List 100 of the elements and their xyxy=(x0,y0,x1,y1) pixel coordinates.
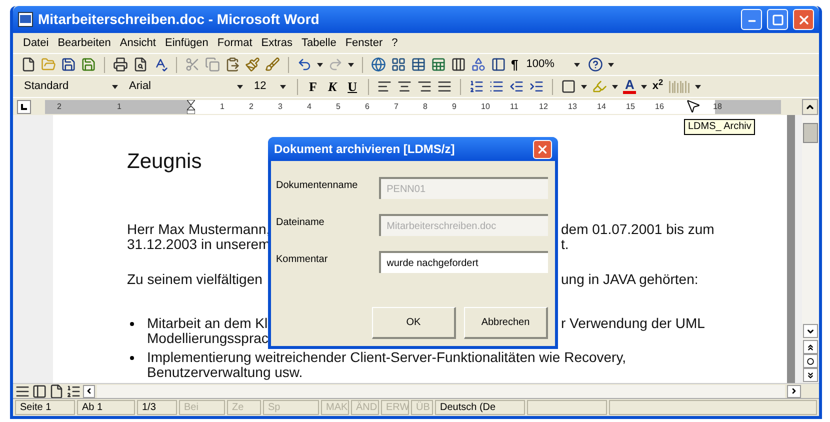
document-map-icon[interactable] xyxy=(491,57,506,72)
table-icon[interactable] xyxy=(411,57,426,72)
align-right-icon[interactable] xyxy=(417,79,432,94)
underline-button[interactable]: U xyxy=(344,76,360,96)
browse-object-button[interactable] xyxy=(803,354,818,368)
superscript-button[interactable]: x$^{2}$ xyxy=(652,78,664,95)
print-preview-icon[interactable] xyxy=(133,57,148,72)
caret-icon[interactable] xyxy=(348,62,354,66)
scroll-right-button[interactable] xyxy=(787,384,801,398)
justify-icon[interactable] xyxy=(437,79,452,94)
increase-indent-icon[interactable] xyxy=(529,79,544,94)
caret-icon[interactable] xyxy=(574,62,580,66)
undo-icon[interactable] xyxy=(297,57,312,72)
tab-selector[interactable] xyxy=(17,100,31,114)
field-label: Dokumentenname xyxy=(276,179,359,193)
indent-marker-icon[interactable] xyxy=(187,100,195,114)
ruler-number: 1 xyxy=(117,100,122,112)
maximize-button[interactable] xyxy=(767,9,788,30)
ruler[interactable]: 2 1 1 2 3 4 5 6 7 8 9 10 11 12 13 14 15 16 18 xyxy=(45,100,781,114)
font-color-button[interactable]: A xyxy=(623,79,636,94)
scroll-left-button[interactable] xyxy=(83,384,95,398)
decrease-indent-icon[interactable] xyxy=(509,79,524,94)
field-label: Kommentar xyxy=(276,253,329,267)
printer-icon[interactable] xyxy=(113,57,128,72)
ruler-number: 7 xyxy=(394,100,398,112)
menu-item[interactable]: Extras xyxy=(261,34,292,52)
caret-icon[interactable] xyxy=(237,84,243,88)
new-document-icon[interactable] xyxy=(21,57,36,72)
save-icon[interactable] xyxy=(81,57,96,72)
caret-icon[interactable] xyxy=(112,84,118,88)
bold-button[interactable]: F xyxy=(306,76,320,96)
ruler-number: 18 xyxy=(713,100,722,112)
ruler-number: 5 xyxy=(336,100,340,112)
bullet-list-icon[interactable] xyxy=(489,79,504,94)
caret-icon[interactable] xyxy=(608,62,614,66)
table-icon[interactable] xyxy=(391,57,406,72)
menu-item[interactable]: Datei xyxy=(23,34,49,52)
scroll-up-button[interactable] xyxy=(802,98,818,114)
border-icon[interactable] xyxy=(561,79,576,94)
dialog-button[interactable]: OK xyxy=(372,307,456,339)
shapes-icon[interactable] xyxy=(471,57,486,72)
align-center-icon[interactable] xyxy=(397,79,412,94)
pilcrow-button[interactable]: ¶ xyxy=(511,54,518,74)
dialog-button[interactable]: Abbrechen xyxy=(464,307,548,339)
web-view-icon[interactable] xyxy=(32,384,47,398)
outline-view-icon[interactable] xyxy=(66,384,81,398)
status-field: Deutsch (De xyxy=(435,400,525,415)
word-document-icon xyxy=(18,12,33,27)
caret-icon[interactable] xyxy=(581,84,588,88)
horizontal-scrollbar[interactable] xyxy=(97,384,785,398)
close-icon xyxy=(796,12,810,26)
ruler-number: 16 xyxy=(655,100,664,112)
caret-icon[interactable] xyxy=(641,84,648,88)
maximize-icon xyxy=(772,14,784,26)
document-text: 31.12.2003 in unserem xyxy=(127,236,270,252)
document-text: Mitarbeit an dem Kl xyxy=(147,315,268,331)
paste-icon[interactable] xyxy=(225,57,240,72)
brush-icon[interactable] xyxy=(265,57,280,72)
help-icon[interactable] xyxy=(588,57,604,72)
vertical-scrollbar[interactable] xyxy=(802,115,819,383)
window-title: Mitarbeiterschreiben.doc - Microsoft Word xyxy=(38,10,320,29)
italic-button[interactable]: K xyxy=(324,76,340,96)
scroll-down-button[interactable] xyxy=(803,324,818,338)
spreadsheet-icon[interactable] xyxy=(431,57,446,72)
minimize-button[interactable] xyxy=(741,9,762,30)
caret-icon[interactable] xyxy=(317,62,323,66)
ruler-number: 13 xyxy=(568,100,577,112)
spellcheck-icon[interactable] xyxy=(153,57,168,72)
scroll-thumb[interactable] xyxy=(803,123,818,143)
previous-page-button[interactable] xyxy=(803,340,818,354)
print-layout-icon[interactable] xyxy=(49,384,64,398)
input-field[interactable]: wurde nachgefordert xyxy=(378,251,548,273)
menu-item[interactable]: Tabelle xyxy=(301,34,336,52)
close-button[interactable] xyxy=(793,9,814,30)
font-dropdown[interactable]: Arial xyxy=(126,78,246,95)
paintbrush-icon[interactable] xyxy=(245,57,260,72)
caret-icon[interactable] xyxy=(695,84,702,88)
menu-item[interactable]: Bearbeiten xyxy=(58,34,111,52)
menu-item[interactable]: Einfügen xyxy=(164,34,208,52)
columns-icon[interactable] xyxy=(451,57,466,72)
normal-view-icon[interactable] xyxy=(15,384,30,398)
numbered-list-icon[interactable] xyxy=(469,79,484,94)
menu-item[interactable]: ? xyxy=(392,34,398,52)
globe-icon[interactable] xyxy=(371,57,386,72)
font-size-dropdown[interactable]: 12 xyxy=(251,78,289,95)
menu-item[interactable]: Ansicht xyxy=(120,34,156,52)
save-icon[interactable] xyxy=(61,57,76,72)
style-dropdown[interactable]: Standard xyxy=(21,78,121,95)
align-left-icon[interactable] xyxy=(377,79,392,94)
caret-icon[interactable] xyxy=(612,84,618,88)
zoom-dropdown[interactable]: 100% xyxy=(523,56,584,73)
mouse-cursor-icon xyxy=(685,97,701,115)
close-button[interactable] xyxy=(533,140,552,158)
double-down-arrow-icon xyxy=(806,370,815,380)
ruler-number: 3 xyxy=(278,100,282,112)
menu-item[interactable]: Fenster xyxy=(345,34,383,52)
menu-item[interactable]: Format xyxy=(217,34,252,52)
circle-icon xyxy=(807,358,814,364)
next-page-button[interactable] xyxy=(803,368,818,382)
caret-icon[interactable] xyxy=(280,84,286,88)
